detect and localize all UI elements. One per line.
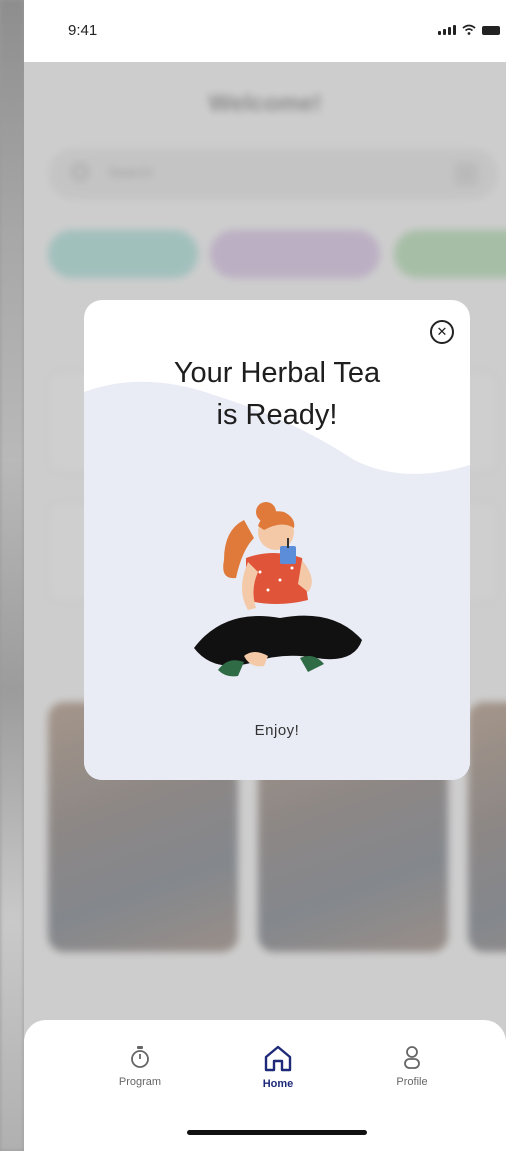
wifi-icon: [462, 24, 476, 35]
status-bar: 9:41: [24, 0, 506, 62]
nav-label-profile: Profile: [396, 1076, 428, 1088]
status-icons: [438, 24, 500, 35]
home-icon: [264, 1045, 292, 1072]
close-icon[interactable]: ✕: [430, 320, 454, 344]
nav-item-home[interactable]: Home: [228, 1044, 328, 1090]
nav-item-profile[interactable]: Profile: [362, 1044, 462, 1088]
status-time: 9:41: [68, 22, 98, 39]
phone-screen: 9:41 Welcome! Search Your Herbal Tea is …: [24, 0, 506, 1151]
nav-label-program: Program: [118, 1076, 162, 1088]
battery-icon: [482, 26, 500, 35]
home-indicator: [187, 1130, 367, 1135]
person-icon: [404, 1046, 420, 1069]
woman-drinking-tea-illustration: [194, 502, 362, 677]
modal-caption: Enjoy!: [254, 722, 300, 739]
modal-title: Your Herbal Tea is Ready!: [173, 357, 381, 431]
nav-label-home: Home: [262, 1078, 294, 1090]
background-edge: [0, 0, 24, 1151]
timer-icon: [131, 1046, 149, 1068]
tea-ready-modal: Your Herbal Tea is Ready! ✕ Enjoy!: [84, 300, 470, 780]
cellular-signal-icon: [438, 25, 456, 35]
nav-item-program[interactable]: Program: [90, 1044, 190, 1088]
